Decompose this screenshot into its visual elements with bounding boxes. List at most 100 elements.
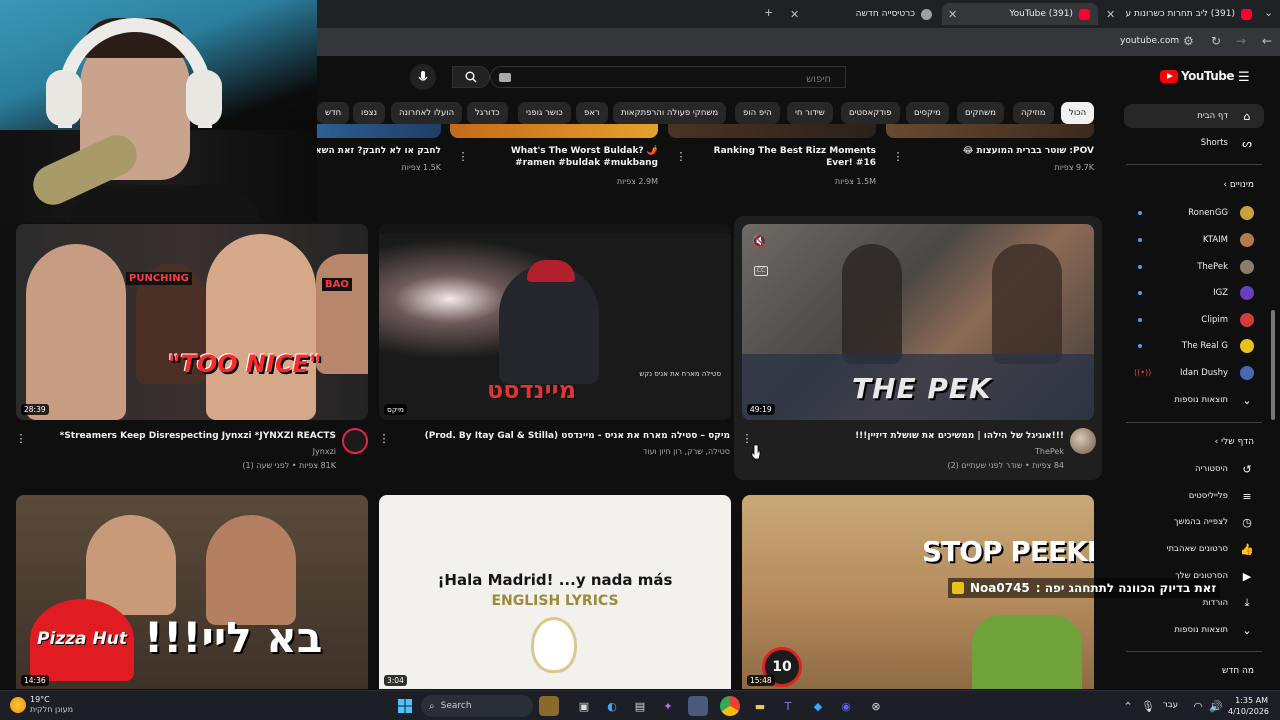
back-icon[interactable]: ← (1262, 34, 1272, 48)
file-explorer-icon[interactable]: ▬ (750, 696, 770, 716)
chip-football[interactable]: כדורגל (467, 102, 508, 124)
discord-icon[interactable]: ◉ (836, 696, 856, 716)
tray-chevron-icon[interactable]: ⌃ (1118, 696, 1138, 716)
channel-name[interactable]: ThePek (758, 445, 1064, 459)
sidebar-item-the-real-g[interactable]: The Real G (1124, 334, 1264, 358)
wifi-icon[interactable]: ◠ (1188, 696, 1208, 716)
close-tab-icon[interactable]: ✕ (948, 8, 957, 21)
video-title[interactable]: What's The Worst Buldak? 🌶️ #ramen #buld… (470, 145, 658, 169)
video-thumbnail-mix[interactable]: סטילה מארח את אניס נקש מיינדסט מיקס (379, 224, 731, 420)
tab-youtube[interactable]: ✕ (391) YouTube (942, 3, 1098, 25)
video-thumbnail-pizza-hut[interactable]: Pizza Hut בא ליי!!! 14:36 (16, 495, 368, 689)
sidebar-item-playlists[interactable]: ≡ פלייליסטים (1124, 484, 1264, 508)
sidebar-item-watch-later[interactable]: ◷ לצפייה בהמשך (1124, 510, 1264, 534)
more-options-icon[interactable]: ⋮ (379, 430, 390, 446)
chip-podcasts[interactable]: פודקאסטים (841, 102, 900, 124)
reload-icon[interactable]: ↻ (1211, 34, 1221, 48)
chip-live[interactable]: שידור חי (787, 102, 833, 124)
video-thumbnail[interactable] (668, 124, 876, 138)
whats-new-heading[interactable]: מה חדש (1124, 666, 1264, 676)
clock[interactable]: 1:35 AM 4/10/2026 (1228, 695, 1269, 717)
weather-widget[interactable]: 19°C מעונן חלקית (10, 695, 73, 715)
youtube-logo[interactable]: YouTube (1160, 69, 1235, 83)
more-options-icon[interactable]: ⋮ (458, 148, 469, 164)
video-thumbnail-thepek[interactable]: THE PEK 🔇 CC 49:19 (742, 224, 1094, 420)
video-thumbnail[interactable] (317, 124, 441, 138)
chip-new[interactable]: חדש (317, 102, 350, 124)
search-field[interactable] (490, 66, 846, 90)
tab-search-icon[interactable]: ⌄ (1264, 6, 1273, 19)
keyboard-icon[interactable] (499, 73, 511, 82)
voice-search-button[interactable] (410, 64, 436, 90)
mute-icon[interactable]: 🔇 (752, 234, 767, 248)
chip-watched[interactable]: נצפו (353, 102, 386, 124)
menu-icon[interactable]: ☰ (1238, 70, 1250, 85)
video-thumbnail[interactable] (450, 124, 658, 138)
sidebar-item-history[interactable]: ↺ היסטוריה (1124, 457, 1264, 481)
show-more-subscriptions[interactable]: ⌄ תוצאות נוספות (1124, 388, 1264, 412)
channel-name[interactable]: Jynxzi (30, 445, 336, 459)
video-title[interactable]: POV: שוטר בברית המועצות 😂 (900, 145, 1094, 157)
page-scrollbar[interactable] (1270, 60, 1276, 420)
chip-recently-uploaded[interactable]: הועלו לאחרונה (391, 102, 463, 124)
sidebar-item-shorts[interactable]: ᔕ Shorts (1124, 131, 1264, 155)
video-thumbnail-hala-madrid[interactable]: ¡Hala Madrid! ...y nada más ENGLISH LYRI… (379, 495, 731, 689)
app-icon[interactable]: ◆ (808, 696, 828, 716)
video-meta[interactable]: סטילה, שרק, רון חיון ועוד (392, 445, 730, 459)
video-title[interactable]: לחבק או לא לחבק? זאת השאלה (317, 145, 441, 157)
sidebar-item-home[interactable]: ⌂ דף הבית (1124, 104, 1264, 128)
volume-icon[interactable]: 🔊 (1206, 696, 1226, 716)
chip-rap[interactable]: ראפ (576, 102, 608, 124)
close-tab-icon[interactable]: ✕ (790, 8, 799, 21)
show-more-you[interactable]: ⌄ תוצאות נוספות (1124, 618, 1264, 642)
tab-new-tab[interactable]: ✕ כרטיסייה חדשה (784, 3, 940, 25)
sidebar-item-ronengg[interactable]: RonenGG (1124, 201, 1264, 225)
url-text[interactable]: youtube.com (1120, 36, 1179, 46)
sidebar-item-ktaim[interactable]: KTAIM (1124, 228, 1264, 252)
taskbar-search[interactable]: ⌕ Search (421, 695, 533, 717)
sidebar-item-thepek[interactable]: ThePek (1124, 255, 1264, 279)
video-title[interactable]: Streamers Keep Disrespecting Jynxzi *JYN… (30, 430, 336, 442)
more-options-icon[interactable]: ⋮ (16, 430, 27, 446)
search-button[interactable] (452, 66, 490, 88)
you-heading[interactable]: הדף שלי › (1124, 437, 1264, 447)
subscriptions-heading[interactable]: מינויים › (1124, 180, 1264, 190)
scrollbar-thumb[interactable] (1271, 310, 1275, 420)
chip-gaming[interactable]: משחקים (957, 102, 1004, 124)
chip-action-adventure[interactable]: משחקי פעולה והרפתקאות (613, 102, 727, 124)
captions-icon[interactable]: CC (754, 266, 768, 276)
tab-live-contest[interactable]: ✕ (391) ליב תחרות כשרונות ע (1100, 3, 1260, 25)
more-options-icon[interactable]: ⋮ (893, 148, 904, 164)
copilot-icon[interactable]: ✦ (658, 696, 678, 716)
new-tab-icon[interactable]: + (764, 6, 773, 19)
app-icon[interactable] (688, 696, 708, 716)
forward-icon[interactable]: → (1236, 34, 1246, 48)
channel-avatar[interactable] (1070, 428, 1096, 454)
video-thumbnail[interactable] (886, 124, 1094, 138)
chip-all[interactable]: הכול (1061, 102, 1095, 124)
app-icon[interactable]: ⊗ (866, 696, 886, 716)
microphone-icon[interactable]: 🎙 (1138, 696, 1158, 716)
chip-mixes[interactable]: מיקסים (906, 102, 949, 124)
chip-fitness[interactable]: כושר גופני (518, 102, 571, 124)
video-title[interactable]: Ranking The Best Rizz Moments Ever! #16 (690, 145, 876, 169)
video-title[interactable]: !!!אוגיגל של הילהו | ממשיכים את שושלת די… (758, 430, 1064, 442)
chrome-icon[interactable] (720, 696, 740, 716)
store-icon[interactable]: ▤ (630, 696, 650, 716)
start-icon[interactable] (395, 696, 415, 716)
sidebar-item-clipim[interactable]: Clipim (1124, 308, 1264, 332)
task-view-icon[interactable]: ▣ (574, 696, 594, 716)
sidebar-item-idan-dushy[interactable]: Idan Dushy ((•)) (1124, 361, 1264, 385)
sidebar-item-liked-videos[interactable]: 👍 סרטונים שאהבתי (1124, 537, 1264, 561)
sidebar-item-igz[interactable]: IGZ (1124, 281, 1264, 305)
chip-music[interactable]: מוזיקה (1013, 102, 1054, 124)
widget-icon[interactable] (539, 696, 559, 716)
edge-icon[interactable]: ◐ (602, 696, 622, 716)
more-options-icon[interactable]: ⋮ (676, 148, 687, 164)
site-settings-icon[interactable]: ⚙ (1183, 34, 1194, 48)
language-indicator[interactable]: עבר (1163, 700, 1178, 710)
video-thumbnail-jynxzi[interactable]: PUNCHING BAO "TOO NICE" 28:39 (16, 224, 368, 420)
close-tab-icon[interactable]: ✕ (1106, 8, 1115, 21)
search-input[interactable] (491, 69, 845, 90)
chip-hip-hop[interactable]: היפ הופ (735, 102, 780, 124)
